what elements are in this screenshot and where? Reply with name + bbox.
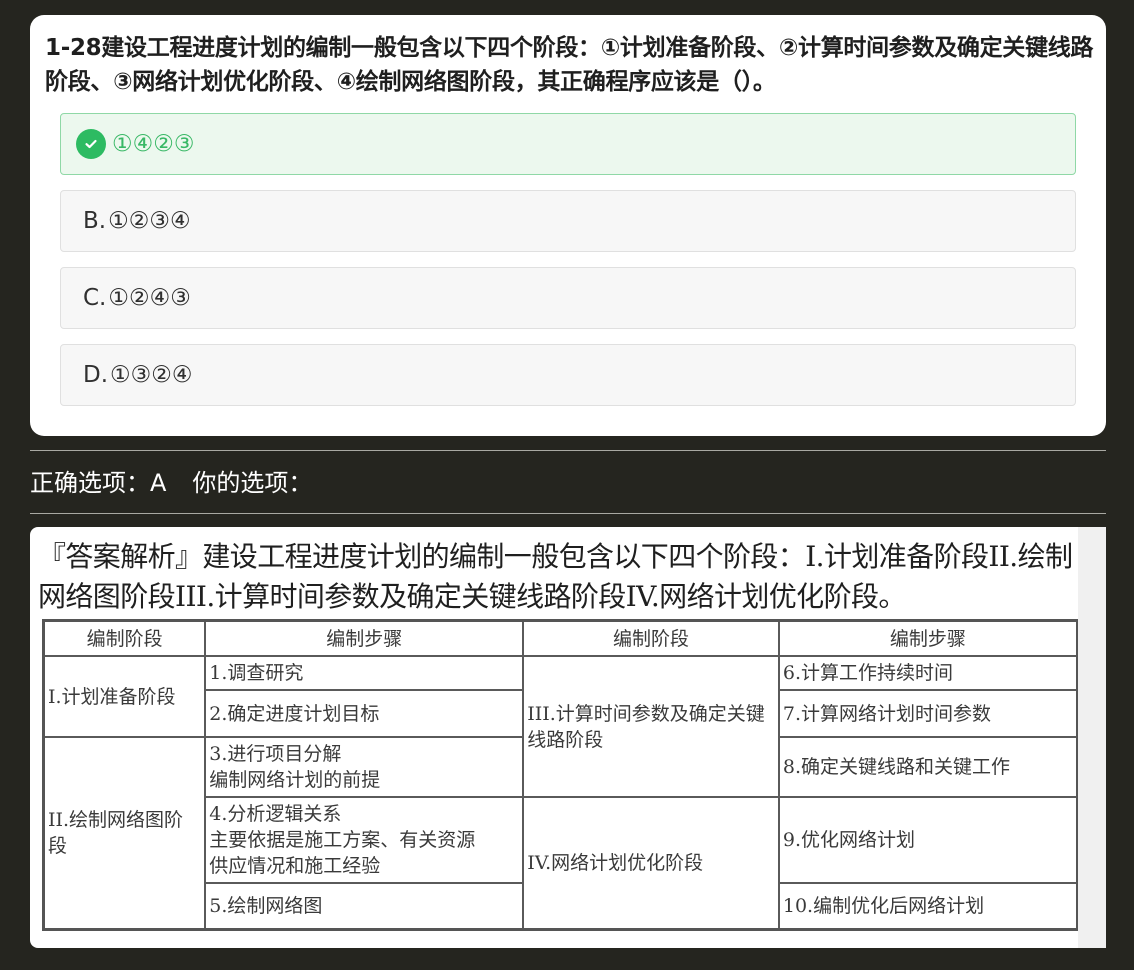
divider-bottom — [30, 513, 1106, 514]
stages-table: 编制阶段 编制步骤 编制阶段 编制步骤 I.计划准备阶段 1.调查研究 III.… — [42, 619, 1079, 931]
option-c-text: ①②④③ — [108, 285, 191, 311]
table-row: I.计划准备阶段 1.调查研究 III.计算时间参数及确定关键线路阶段 6.计算… — [42, 655, 1079, 798]
step-cell: 7.计算网络计划时间参数 — [777, 689, 1079, 738]
step-cell: 3.进行项目分解 编制网络计划的前提 — [204, 736, 525, 798]
checkmark-icon — [85, 139, 97, 149]
option-a-text: ①④②③ — [112, 131, 195, 157]
stage-cell: III.计算时间参数及确定关键线路阶段 — [522, 655, 780, 798]
option-d-text: ①③②④ — [110, 362, 193, 388]
question-text: 1-28建设工程进度计划的编制一般包含以下四个阶段：①计划准备阶段、②计算时间参… — [45, 35, 1094, 95]
step-line: 4.分析逻辑关系 — [209, 803, 342, 825]
analysis-card: 『答案解析』建设工程进度计划的编制一般包含以下四个阶段：I.计划准备阶段II.绘… — [30, 527, 1079, 948]
step-line: 主要依据是施工方案、有关资源 — [209, 829, 476, 851]
step-cell: 8.确定关键线路和关键工作 — [777, 736, 1079, 798]
table-header-cell: 编制步骤 — [777, 619, 1079, 657]
stage-cell: II.绘制网络图阶段 — [42, 736, 207, 930]
option-c-letter: C. — [83, 285, 107, 311]
check-circle-icon — [76, 129, 106, 159]
step-cell: 9.优化网络计划 — [777, 796, 1079, 884]
table-header-cell: 编制步骤 — [204, 619, 525, 657]
step-line: 编制网络计划的前提 — [209, 769, 381, 791]
correct-answer-label: 正确选项： — [30, 469, 150, 497]
step-line: 供应情况和施工经验 — [209, 855, 381, 877]
option-d[interactable]: D. ①③②④ — [60, 344, 1076, 406]
analysis-text: 『答案解析』建设工程进度计划的编制一般包含以下四个阶段：I.计划准备阶段II.绘… — [38, 540, 1073, 613]
correct-answer-value: A — [150, 469, 167, 497]
divider-top — [30, 450, 1106, 451]
step-cell: 6.计算工作持续时间 — [777, 655, 1079, 691]
step-cell: 5.绘制网络图 — [204, 882, 525, 930]
option-d-letter: D. — [83, 362, 109, 388]
your-answer-label: 你的选项： — [192, 469, 313, 497]
table-header-row: 编制阶段 编制步骤 编制阶段 编制步骤 — [42, 619, 1079, 657]
analysis-scrollbar-track[interactable] — [1078, 527, 1106, 948]
table-header-cell: 编制阶段 — [42, 619, 207, 657]
option-b[interactable]: B. ①②③④ — [60, 190, 1076, 252]
step-cell: 2.确定进度计划目标 — [204, 689, 525, 738]
step-cell: 4.分析逻辑关系 主要依据是施工方案、有关资源 供应情况和施工经验 — [204, 796, 525, 884]
step-cell: 1.调查研究 — [204, 655, 525, 691]
stage-cell: I.计划准备阶段 — [42, 655, 207, 738]
option-c[interactable]: C. ①②④③ — [60, 267, 1076, 329]
option-b-letter: B. — [83, 208, 107, 234]
answer-summary: 正确选项：A 你的选项： — [30, 466, 312, 500]
table-header-cell: 编制阶段 — [522, 619, 780, 657]
stage-cell: IV.网络计划优化阶段 — [522, 796, 780, 930]
step-cell: 10.编制优化后网络计划 — [777, 882, 1079, 930]
option-a[interactable]: ①④②③ — [60, 113, 1076, 175]
question-card: 1-28建设工程进度计划的编制一般包含以下四个阶段：①计划准备阶段、②计算时间参… — [30, 15, 1106, 436]
option-b-text: ①②③④ — [108, 208, 191, 234]
step-line: 3.进行项目分解 — [209, 743, 342, 765]
